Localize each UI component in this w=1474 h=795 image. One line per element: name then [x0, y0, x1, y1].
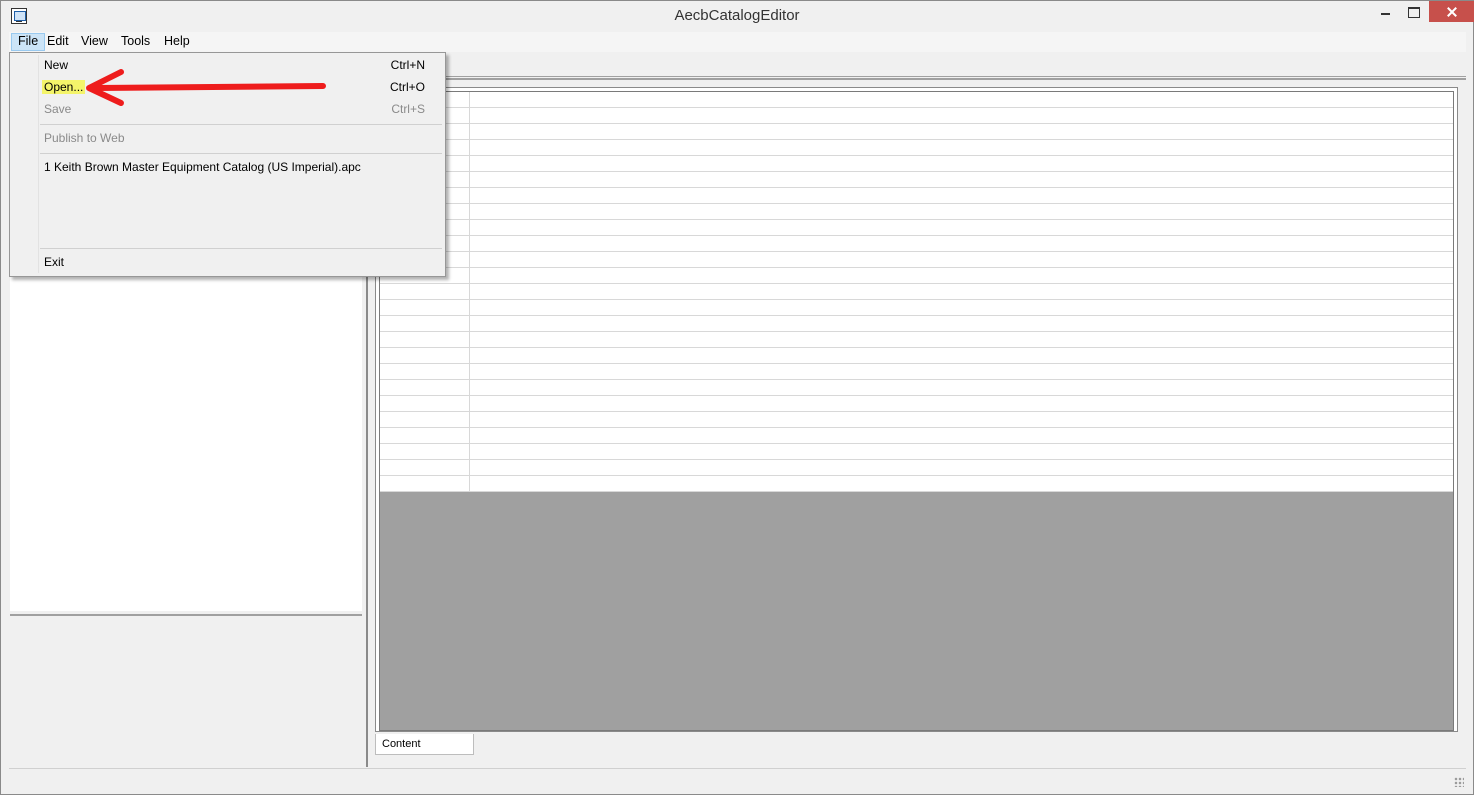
menu-item-save-label: Save — [44, 102, 72, 116]
title-bar[interactable]: AecbCatalogEditor — [1, 1, 1474, 31]
grid-row[interactable] — [380, 204, 1453, 220]
close-button[interactable] — [1429, 1, 1474, 22]
menu-item-save-shortcut: Ctrl+S — [391, 102, 425, 116]
grid-row[interactable] — [380, 92, 1453, 108]
menu-item-open-shortcut: Ctrl+O — [389, 80, 425, 94]
grid-row[interactable] — [380, 348, 1453, 364]
red-arrow-annotation-icon — [86, 69, 326, 106]
grid-cell[interactable] — [380, 396, 470, 411]
menu-view[interactable]: View — [75, 33, 114, 51]
grid-row[interactable] — [380, 172, 1453, 188]
grid-cell[interactable] — [380, 444, 470, 459]
resize-grip-icon[interactable] — [1454, 777, 1464, 787]
grid-row[interactable] — [380, 444, 1453, 460]
grid-rows — [380, 92, 1453, 492]
grid-row[interactable] — [380, 188, 1453, 204]
menu-item-recent-file[interactable]: 1 Keith Brown Master Equipment Catalog (… — [44, 157, 361, 177]
grid-cell[interactable] — [380, 476, 470, 491]
menu-item-save[interactable]: Save — [44, 99, 71, 119]
maximize-button[interactable] — [1400, 1, 1428, 22]
arrow-shaft — [92, 83, 326, 91]
tab-content[interactable]: Content — [375, 734, 474, 755]
menu-item-new-shortcut: Ctrl+N — [390, 58, 425, 72]
menu-item-recent-file-label: 1 Keith Brown Master Equipment Catalog (… — [44, 160, 361, 174]
menu-separator — [40, 153, 442, 154]
menu-item-new-label: New — [44, 58, 69, 72]
grid-row[interactable] — [380, 380, 1453, 396]
menu-edit[interactable]: Edit — [41, 33, 75, 51]
menu-item-exit[interactable]: Exit — [44, 252, 64, 272]
grid-cell[interactable] — [380, 412, 470, 427]
grid-row[interactable] — [380, 124, 1453, 140]
grid-row[interactable] — [380, 236, 1453, 252]
grid-cell[interactable] — [380, 380, 470, 395]
menu-help[interactable]: Help — [158, 33, 196, 51]
grid-row[interactable] — [380, 428, 1453, 444]
grid-cell[interactable] — [380, 428, 470, 443]
grid-row[interactable] — [380, 364, 1453, 380]
menu-separator — [40, 248, 442, 249]
grid-row[interactable] — [380, 316, 1453, 332]
menu-item-publish-label: Publish to Web — [44, 131, 125, 145]
grid-row[interactable] — [380, 460, 1453, 476]
menu-item-publish[interactable]: Publish to Web — [44, 128, 125, 148]
grid-row[interactable] — [380, 268, 1453, 284]
toolbar-divider — [445, 78, 1466, 80]
grid-cell[interactable] — [380, 348, 470, 363]
grid-row[interactable] — [380, 252, 1453, 268]
left-panel-divider[interactable] — [10, 614, 362, 616]
menu-item-new[interactable]: New — [44, 55, 68, 75]
grid-row[interactable] — [380, 300, 1453, 316]
grid-row[interactable] — [380, 140, 1453, 156]
window-title: AecbCatalogEditor — [674, 7, 800, 24]
grid-cell[interactable] — [380, 332, 470, 347]
grid-row[interactable] — [380, 108, 1453, 124]
grid-cell[interactable] — [380, 364, 470, 379]
grid-cell[interactable] — [380, 460, 470, 475]
content-grid[interactable] — [379, 91, 1454, 731]
menu-tools[interactable]: Tools — [115, 33, 156, 51]
menu-separator — [40, 124, 442, 125]
grid-cell[interactable] — [380, 284, 470, 299]
menu-item-open-label: Open... — [42, 80, 86, 94]
minimize-button[interactable] — [1372, 1, 1400, 22]
grid-row[interactable] — [380, 284, 1453, 300]
grid-row[interactable] — [380, 412, 1453, 428]
grid-cell[interactable] — [380, 316, 470, 331]
status-bar — [9, 768, 1466, 789]
grid-row[interactable] — [380, 476, 1453, 492]
main-window: AecbCatalogEditor File Edit View Tools H… — [0, 0, 1474, 795]
grid-row[interactable] — [380, 396, 1453, 412]
grid-row[interactable] — [380, 156, 1453, 172]
menu-item-exit-label: Exit — [44, 255, 65, 269]
menu-icon-gutter — [38, 55, 39, 273]
properties-panel[interactable] — [10, 617, 362, 766]
grid-row[interactable] — [380, 332, 1453, 348]
grid-cell[interactable] — [380, 300, 470, 315]
grid-row[interactable] — [380, 220, 1453, 236]
menu-item-open[interactable]: Open... — [42, 77, 86, 97]
menu-bar: File Edit View Tools Help — [9, 32, 1466, 52]
